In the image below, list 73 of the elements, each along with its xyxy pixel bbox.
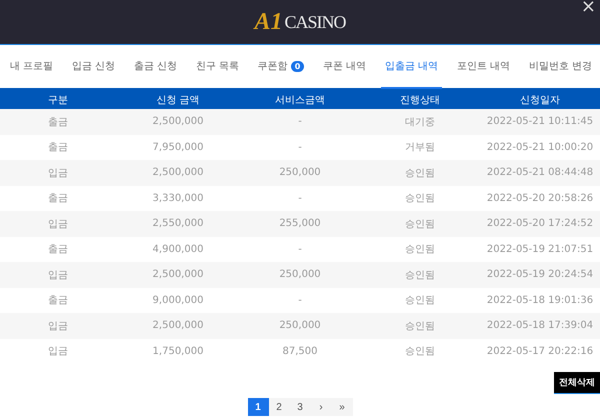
table-cell-text: 출금	[47, 243, 69, 256]
table-cell-text: 250,000	[278, 320, 322, 332]
table-cell-text: -	[297, 116, 303, 128]
table-cell-text: 출금	[47, 116, 69, 129]
page-button[interactable]: 3	[290, 398, 310, 416]
table-cell-text: 2022-05-19 21:07:51	[486, 244, 594, 255]
table-cell-text: 승인됨	[404, 320, 436, 333]
table-cell-text: 2022-05-20 17:24:52	[486, 218, 594, 230]
table-cell-text: 거부됨	[404, 141, 436, 154]
table-cell-text: 대기중	[404, 116, 436, 129]
page-button[interactable]: 2	[268, 398, 290, 416]
table-cell-text: 255,000	[278, 218, 322, 230]
table-cell-text: 승인됨	[404, 243, 436, 256]
logo-mark: A1	[254, 8, 282, 36]
tab[interactable]: 출금 신청	[130, 45, 182, 89]
table-cell-text: 2,500,000	[152, 320, 204, 332]
table-cell-text: 7,950,000	[152, 142, 204, 153]
table-cell-text: 승인됨	[404, 345, 436, 358]
table-cell-text: 250,000	[278, 269, 322, 280]
table-cell-text: 출금	[47, 192, 69, 206]
table-cell-text: 승인됨	[404, 166, 436, 180]
table-cell-text: 250,000	[278, 167, 322, 178]
table-cell-text: -	[297, 294, 303, 306]
table-cell-text: 출금	[47, 294, 69, 308]
page-button[interactable]: 1	[248, 398, 268, 416]
table-cell-text: -	[297, 244, 303, 255]
table-cell-text: 2,550,000	[152, 218, 204, 230]
tab[interactable]: 비밀번호 변경	[524, 45, 596, 89]
page-button[interactable]: »	[332, 398, 352, 416]
table-cell-text: 2022-05-17 20:22:16	[486, 346, 594, 357]
column-header: 진행상태	[399, 94, 441, 106]
tab[interactable]: 내 프로필	[6, 45, 58, 89]
tab[interactable]: 입금 신청	[68, 45, 120, 89]
table-cell-text: 입금	[47, 166, 69, 180]
table-cell-text: 2022-05-18 17:39:04	[486, 320, 594, 332]
table-cell-text: 87,500	[282, 346, 318, 357]
table-cell-text: 2,500,000	[152, 167, 204, 178]
column-header: 서비스금액	[274, 94, 326, 106]
table-cell-text: 2022-05-19 20:24:54	[486, 269, 594, 280]
table-cell-text: 입금	[47, 345, 69, 358]
table-cell-text: 승인됨	[404, 218, 436, 231]
column-header: 신청일자	[519, 94, 561, 106]
table-cell-text: 9,000,000	[152, 294, 204, 306]
close-button[interactable]: ×	[576, 0, 600, 14]
table-cell-text: 1,750,000	[152, 346, 204, 357]
tab[interactable]: 포인트 내역	[452, 45, 514, 89]
table-cell-text: 입금	[47, 320, 69, 333]
table-cell-text: 2022-05-18 19:01:36	[486, 294, 594, 306]
logo-text: CASINO	[284, 12, 346, 32]
table-cell-text: 2022-05-20 20:58:26	[486, 192, 594, 204]
table-cell-text: -	[297, 142, 303, 153]
table-cell-text: 4,900,000	[152, 244, 204, 255]
table-cell-text: 2,500,000	[152, 269, 204, 280]
table-cell-text: 승인됨	[404, 294, 436, 308]
tab[interactable]: 친구 목록	[192, 45, 243, 89]
table-cell-text: 입금	[47, 268, 69, 282]
table-cell-text: 2022-05-21 08:44:48	[486, 167, 594, 178]
count-badge: 0	[290, 60, 304, 72]
column-header: 신청 금액	[155, 94, 201, 106]
table-cell-text: 2022-05-21 10:00:20	[486, 142, 594, 153]
table-cell-text: 2022-05-21 10:11:45	[486, 116, 594, 128]
tab[interactable]: 쿠폰함 0	[254, 45, 308, 89]
table-cell-text: 입금	[47, 218, 69, 231]
table-cell-text: 2,500,000	[152, 116, 204, 128]
table-cell-text: -	[297, 192, 303, 204]
table-cell-text: 출금	[47, 141, 69, 154]
delete-all-button[interactable]: 전체삭제	[554, 372, 600, 394]
table-cell-text: 승인됨	[404, 192, 436, 206]
page-button[interactable]: ›	[310, 398, 332, 416]
table-cell-text: 3,330,000	[152, 192, 204, 204]
table-cell-text: 승인됨	[404, 268, 436, 282]
column-header: 구분	[47, 94, 69, 106]
tab[interactable]: 쿠폰 내역	[319, 45, 370, 89]
